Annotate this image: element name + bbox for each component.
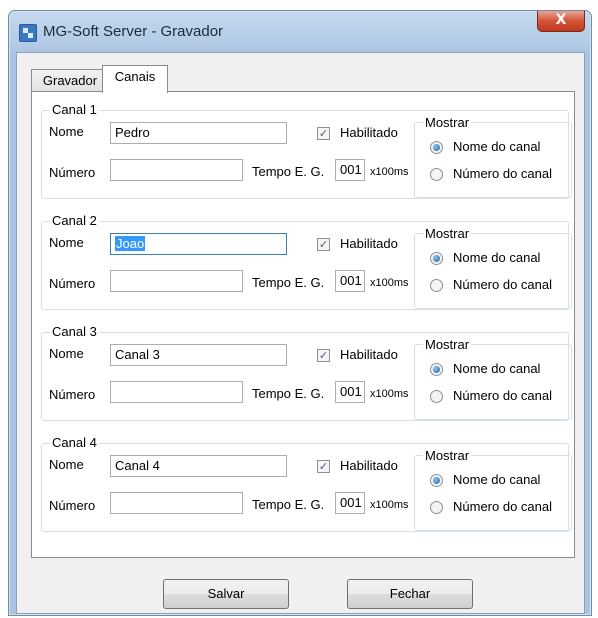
radio-nome-label: Nome do canal [453,250,541,265]
habilitado-label: Habilitado [340,236,398,251]
client-area: Gravador Canais Canal 1 Nome Pedro ✓ Hab… [16,52,585,614]
close-button[interactable]: X [537,11,585,32]
tab-canais[interactable]: Canais [102,65,168,93]
tab-panel-canais: Canal 1 Nome Pedro ✓ Habilitado Número T… [31,91,575,558]
radio-nome-do-canal[interactable] [430,141,443,154]
app-icon [19,24,37,42]
numero-label: Número [49,387,96,402]
mostrar-group: Mostrar Nome do canal Número do canal [414,226,572,309]
channel-caption: Canal 3 [50,324,99,339]
numero-input[interactable] [110,381,243,403]
nome-label: Nome [49,124,84,139]
mostrar-caption: Mostrar [423,226,472,241]
tempo-unit: x100ms [370,166,409,178]
numero-input[interactable] [110,270,243,292]
habilitado-checkbox[interactable]: ✓ [317,127,330,140]
tempo-label: Tempo E. G. [252,497,325,512]
tempo-input[interactable]: 001 [335,270,365,292]
tempo-unit: x100ms [370,499,409,511]
nome-label: Nome [49,235,84,250]
tempo-label: Tempo E. G. [252,275,325,290]
tempo-unit: x100ms [370,277,409,289]
habilitado-label: Habilitado [340,458,398,473]
channel-group-4: Canal 4 Nome Canal 4 ✓ Habilitado Número… [41,435,572,532]
tab-gravador[interactable]: Gravador [31,69,109,92]
close-dialog-button[interactable]: Fechar [347,579,473,609]
radio-numero-label: Número do canal [453,277,552,292]
radio-numero-do-canal[interactable] [430,279,443,292]
numero-input[interactable] [110,159,243,181]
habilitado-checkbox[interactable]: ✓ [317,238,330,251]
tempo-input[interactable]: 001 [335,381,365,403]
channel-caption: Canal 2 [50,213,99,228]
habilitado-checkbox[interactable]: ✓ [317,349,330,362]
radio-numero-label: Número do canal [453,499,552,514]
radio-nome-label: Nome do canal [453,472,541,487]
channel-group-1: Canal 1 Nome Pedro ✓ Habilitado Número T… [41,102,572,199]
radio-nome-do-canal[interactable] [430,252,443,265]
nome-label: Nome [49,346,84,361]
tempo-input[interactable]: 001 [335,159,365,181]
mostrar-caption: Mostrar [423,337,472,352]
numero-label: Número [49,498,96,513]
radio-nome-do-canal[interactable] [430,474,443,487]
nome-input[interactable]: Pedro [110,122,287,144]
radio-numero-do-canal[interactable] [430,390,443,403]
radio-nome-do-canal[interactable] [430,363,443,376]
mostrar-caption: Mostrar [423,448,472,463]
channel-group-2: Canal 2 Nome Joao ✓ Habilitado Número Te… [41,213,572,310]
tempo-input[interactable]: 001 [335,492,365,514]
channel-caption: Canal 4 [50,435,99,450]
habilitado-label: Habilitado [340,347,398,362]
tempo-unit: x100ms [370,388,409,400]
nome-input[interactable]: Joao [110,233,287,255]
title-bar[interactable]: MG-Soft Server - Gravador X [9,11,591,53]
numero-input[interactable] [110,492,243,514]
habilitado-label: Habilitado [340,125,398,140]
tempo-label: Tempo E. G. [252,164,325,179]
habilitado-checkbox[interactable]: ✓ [317,460,330,473]
dialog-window: MG-Soft Server - Gravador X Gravador Can… [8,10,592,616]
mostrar-caption: Mostrar [423,115,472,130]
mostrar-group: Mostrar Nome do canal Número do canal [414,448,572,531]
numero-label: Número [49,276,96,291]
radio-numero-do-canal[interactable] [430,168,443,181]
radio-nome-label: Nome do canal [453,361,541,376]
radio-nome-label: Nome do canal [453,139,541,154]
numero-label: Número [49,165,96,180]
tempo-label: Tempo E. G. [252,386,325,401]
mostrar-group: Mostrar Nome do canal Número do canal [414,337,572,420]
selected-text: Joao [115,236,146,251]
nome-input[interactable]: Canal 3 [110,344,287,366]
nome-label: Nome [49,457,84,472]
mostrar-group: Mostrar Nome do canal Número do canal [414,115,572,198]
channel-caption: Canal 1 [50,102,99,117]
save-button[interactable]: Salvar [163,579,289,609]
radio-numero-label: Número do canal [453,166,552,181]
nome-input[interactable]: Canal 4 [110,455,287,477]
window-title: MG-Soft Server - Gravador [43,23,224,40]
radio-numero-label: Número do canal [453,388,552,403]
channel-group-3: Canal 3 Nome Canal 3 ✓ Habilitado Número… [41,324,572,421]
radio-numero-do-canal[interactable] [430,501,443,514]
